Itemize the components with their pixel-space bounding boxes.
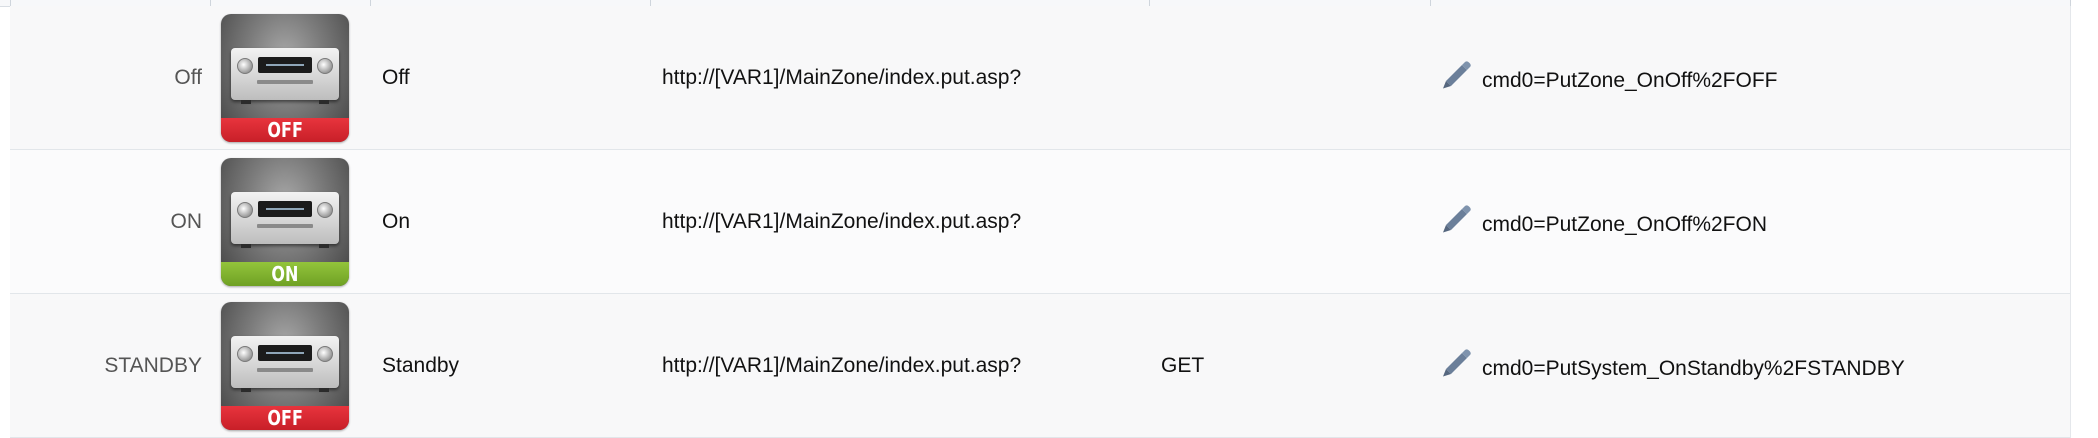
command-icon-cell: ON: [221, 150, 351, 293]
receiver-on-icon[interactable]: ON: [221, 157, 349, 286]
command-icon-cell: OFF: [221, 294, 351, 437]
command-url: http://[VAR1]/MainZone/index.put.asp?: [662, 209, 1022, 233]
command-name: Off: [174, 65, 202, 89]
command-data-cell: cmd0=PutSystem_OnStandby%2FSTANDBY: [1440, 294, 2060, 437]
command-label: Standby: [382, 353, 460, 377]
pencil-icon[interactable]: [1440, 201, 1474, 235]
command-method: GET: [1161, 353, 1205, 377]
command-method: [1161, 6, 1411, 149]
pencil-icon[interactable]: [1440, 345, 1474, 379]
receiver-graphic: [231, 191, 339, 248]
command-label: Off: [382, 65, 410, 89]
receiver-graphic: [231, 335, 339, 392]
state-badge: ON: [221, 261, 349, 286]
command-url: http://[VAR1]/MainZone/index.put.asp?: [662, 65, 1022, 89]
command-data: cmd0=PutSystem_OnStandby%2FSTANDBY: [1482, 356, 1905, 380]
command-data-cell: cmd0=PutZone_OnOff%2FOFF: [1440, 6, 2060, 149]
command-method: [1161, 150, 1411, 293]
receiver-off-icon[interactable]: OFF: [221, 301, 349, 430]
command-data: cmd0=PutZone_OnOff%2FOFF: [1482, 68, 1778, 92]
table-row[interactable]: Off OFF Off http://[VAR1]/MainZone/index…: [10, 6, 2070, 150]
command-data: cmd0=PutZone_OnOff%2FON: [1482, 212, 1767, 236]
state-badge: OFF: [221, 117, 349, 142]
state-badge: OFF: [221, 405, 349, 430]
command-name: ON: [170, 209, 203, 233]
command-data-cell: cmd0=PutZone_OnOff%2FON: [1440, 150, 2060, 293]
table-right-border: [2070, 6, 2071, 438]
command-icon-cell: OFF: [221, 6, 351, 149]
command-name: STANDBY: [104, 353, 202, 377]
command-label: On: [382, 209, 411, 233]
receiver-graphic: [231, 47, 339, 104]
table-row[interactable]: STANDBY OFF Standby http://[VAR1]/MainZo…: [10, 294, 2070, 438]
receiver-off-icon[interactable]: OFF: [221, 13, 349, 142]
commands-table: Off OFF Off http://[VAR1]/MainZone/index…: [0, 0, 2098, 438]
command-url: http://[VAR1]/MainZone/index.put.asp?: [662, 353, 1022, 377]
table-row[interactable]: ON ON On http://[VAR1]/MainZone/index.pu…: [10, 150, 2070, 294]
pencil-icon[interactable]: [1440, 57, 1474, 91]
